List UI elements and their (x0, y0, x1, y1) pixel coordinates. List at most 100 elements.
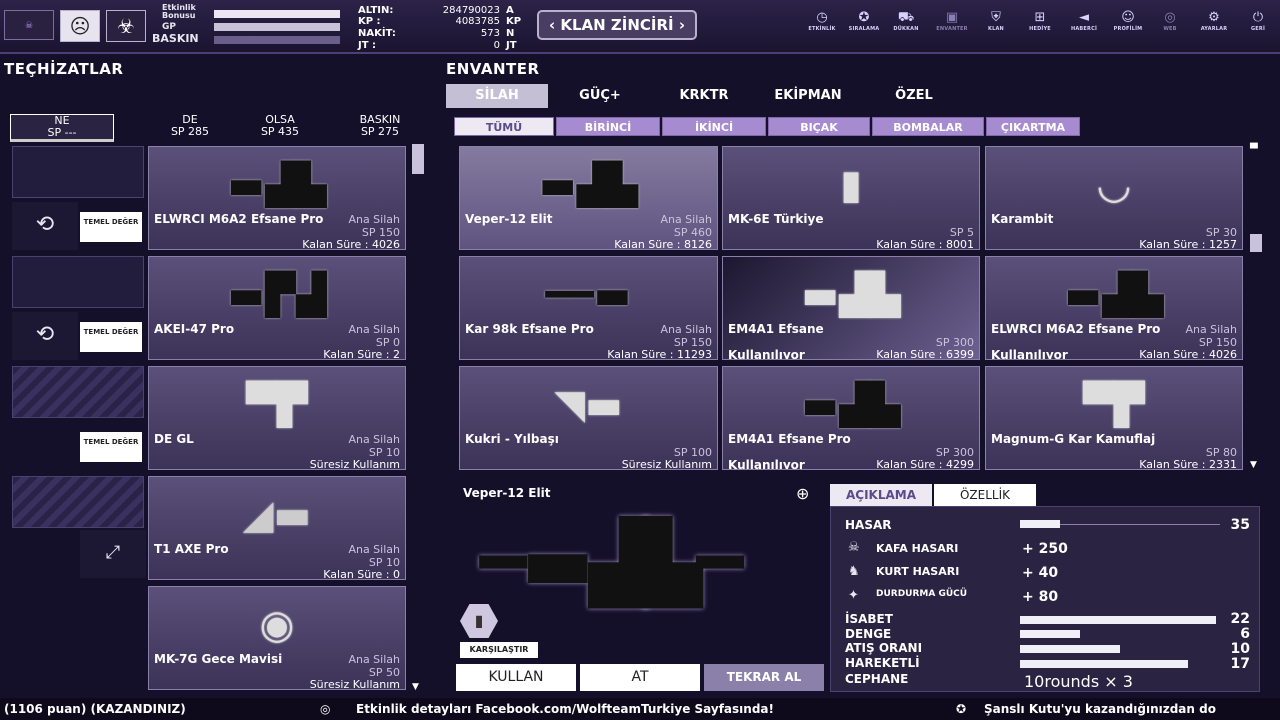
item-name: Veper-12 Elit (465, 212, 553, 226)
inventory-card[interactable]: ▬▟▙ Veper-12 Elit Ana Silah SP 460 Kalan… (459, 146, 718, 250)
zoom-icon[interactable]: ⊕ (796, 484, 809, 503)
item-remaining: Süresiz Kullanım (309, 678, 400, 690)
scroll-down-icon[interactable]: ▼ (1250, 460, 1257, 470)
tab-krktr[interactable]: KRKTR (652, 84, 756, 108)
buy-again-button[interactable]: TEKRAR AL (704, 664, 824, 691)
nav-web[interactable]: ◎ WEB (1150, 10, 1190, 32)
kukri-icon: ◥▬ (554, 382, 623, 428)
equip-card[interactable]: ▬▟▙ ELWRCI M6A2 Efsane Pro Ana Silah SP … (148, 146, 406, 250)
slot-empty[interactable] (12, 256, 144, 308)
equip-card[interactable]: ▬▛▟ AKEI-47 Pro Ana Silah SP 0 Kalan Sür… (148, 256, 406, 360)
equip-card[interactable]: ◉ MK-7G Gece Mavisi Ana Silah SP 50 Süre… (148, 586, 406, 690)
clan-emblem-icon[interactable]: ☣ (106, 10, 146, 42)
stat-denge-label: DENGE (845, 627, 892, 641)
temel-deger-button[interactable]: TEMEL DEĞER (80, 432, 142, 462)
nav-etkinlik[interactable]: ◷ ETKİNLİK (802, 10, 842, 32)
power-icon: ⏻ (1252, 10, 1264, 25)
temel-deger-button[interactable]: TEMEL DEĞER (80, 322, 142, 352)
inventory-card[interactable]: ▬▟▙ EM4A1 Efsane Pro SP 300 Kalan Süre :… (722, 366, 980, 470)
slot-empty[interactable] (12, 366, 144, 418)
left-scrollbar[interactable] (412, 144, 424, 174)
tab-aciklama[interactable]: AÇIKLAMA (830, 484, 932, 506)
rifle-icon: ▬▟▙ (227, 162, 327, 208)
inventory-card[interactable]: ▬▟▙ EM4A1 Efsane SP 300 Kalan Süre : 639… (722, 256, 980, 360)
use-button[interactable]: KULLAN (456, 664, 576, 691)
stat-hareketli-label: HAREKETLİ (845, 656, 920, 670)
nav-profilim[interactable]: ☺ PROFİLİM (1108, 10, 1148, 32)
nav-ayarlar[interactable]: ⚙ AYARLAR (1194, 10, 1234, 32)
clan-chain-button[interactable]: ‹ KLAN ZİNCİRİ › (537, 10, 697, 40)
refresh-icon[interactable]: ⟲ (12, 202, 78, 250)
tab-ozel[interactable]: ÖZEL (862, 84, 966, 108)
header-baskin[interactable]: BASKIN SP 275 (330, 114, 430, 138)
drop-button[interactable]: AT (580, 664, 700, 691)
bullet-icon: ▮ (460, 604, 498, 638)
avatar[interactable]: ☹ (60, 10, 100, 42)
rifle-icon: ▬▟▙ (801, 382, 901, 428)
tab-ekipman[interactable]: EKİPMAN (758, 84, 858, 108)
inventory-card[interactable]: ━━▬ Kar 98k Efsane Pro Ana Silah SP 150 … (459, 256, 718, 360)
cash-unit: N (506, 28, 515, 39)
gold-value: 284790023 (442, 5, 500, 16)
inventory-card[interactable]: ▮ MK-6E Türkiye SP 5 Kalan Süre : 8001 (722, 146, 980, 250)
gp-bar (214, 23, 340, 31)
expand-icon[interactable]: ⤢ (80, 530, 146, 578)
tab-ozellik[interactable]: ÖZELLİK (934, 484, 1036, 506)
stat-atis-value: 10 (1230, 641, 1250, 657)
compare-button[interactable]: KARŞILAŞTIR (460, 642, 538, 658)
inventory-scrollbar[interactable] (1250, 234, 1262, 252)
header-ne[interactable]: NE SP --- (10, 114, 114, 142)
inventory-card[interactable]: ▀▛ Magnum-G Kar Kamuflaj SP 80 Kalan Sür… (985, 366, 1243, 470)
header-baskin-sp: SP 275 (360, 125, 400, 138)
person-icon: ☺ (1121, 10, 1135, 25)
nav-haberci[interactable]: ◄ HABERCİ (1064, 10, 1104, 32)
nav-dukkan[interactable]: ⛟ DÜKKAN (886, 10, 926, 32)
star-icon: ✪ (956, 702, 967, 716)
pistol-icon: ▀▛ (246, 382, 308, 428)
revolver-icon: ▀▛ (1083, 382, 1145, 428)
gift-icon: ⊞ (1034, 10, 1046, 25)
top-bar: ☠ ☹ ☣ Etkinlik Bonusu GP BASKIN ALTIN: 2… (0, 0, 1280, 54)
header-olsa[interactable]: OLSA SP 435 (230, 114, 330, 138)
slot-empty[interactable] (12, 146, 144, 198)
subtab-tumu[interactable]: TÜMÜ (454, 117, 554, 136)
subtab-bombalar[interactable]: BOMBALAR (872, 117, 984, 136)
equip-card[interactable]: ▀▛ DE GL Ana Silah SP 10 Süresiz Kullanı… (148, 366, 406, 470)
subtab-cikartma[interactable]: ÇIKARTMA (986, 117, 1080, 136)
header-de[interactable]: DE SP 285 (140, 114, 240, 138)
equip-card[interactable]: ◢▬ T1 AXE Pro Ana Silah SP 10 Kalan Süre… (148, 476, 406, 580)
nav-hediye[interactable]: ⊞ HEDİYE (1020, 10, 1060, 32)
temel-deger-button[interactable]: TEMEL DEĞER (80, 212, 142, 242)
stat-isabet-bar (1020, 616, 1216, 624)
stat-hasar-bar (1020, 520, 1060, 528)
item-remaining: Süresiz Kullanım (621, 458, 712, 470)
item-remaining: Kalan Süre : 4026 (1139, 348, 1237, 360)
nav-siralama-label: SIRALAMA (848, 26, 880, 32)
subtab-birinci[interactable]: BİRİNCİ (556, 117, 660, 136)
item-name: EM4A1 Efsane Pro (728, 432, 851, 446)
refresh-icon[interactable]: ⟲ (12, 312, 78, 360)
item-name: Karambit (991, 212, 1054, 226)
durdurma-gucu-value: + 80 (1022, 589, 1059, 605)
subtab-bicak[interactable]: BIÇAK (768, 117, 870, 136)
item-remaining: Kalan Süre : 4299 (876, 458, 974, 470)
inventory-card[interactable]: ▬▟▙ ELWRCI M6A2 Efsane Pro Ana Silah SP … (985, 256, 1243, 360)
box-icon: ▣ (945, 10, 959, 25)
item-name: T1 AXE Pro (154, 542, 229, 556)
inventory-card[interactable]: ◡ Karambit SP 30 Kalan Süre : 1257 (985, 146, 1243, 250)
gp-label: GP (162, 22, 176, 32)
inventory-card[interactable]: ◥▬ Kukri - Yılbaşı SP 100 Süresiz Kullan… (459, 366, 718, 470)
nav-envanter[interactable]: ▣ ENVANTER (932, 10, 972, 32)
tab-guc[interactable]: GÜÇ+ (552, 84, 648, 108)
nav-siralama[interactable]: ✪ SIRALAMA (844, 10, 884, 32)
tab-silah[interactable]: SİLAH (446, 84, 548, 108)
scroll-down-icon[interactable]: ▼ (412, 682, 419, 692)
slot-empty[interactable] (12, 476, 144, 528)
nav-klan[interactable]: ⛨ KLAN (976, 10, 1016, 32)
item-remaining: Kalan Süre : 0 (323, 568, 400, 580)
scroll-up-icon[interactable]: ▀ (1250, 144, 1258, 155)
subtab-ikinci[interactable]: İKİNCİ (662, 117, 766, 136)
nav-geri[interactable]: ⏻ GERİ (1238, 10, 1278, 32)
baskin-bar (214, 36, 340, 44)
clock-icon: ◷ (816, 10, 828, 25)
